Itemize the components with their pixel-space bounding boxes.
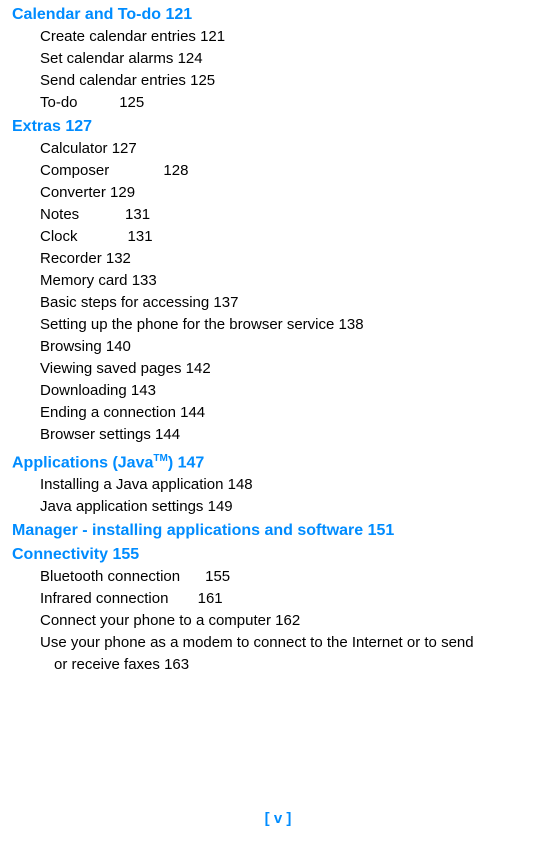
entry-page: 149 (208, 498, 233, 515)
entry-title: Infrared connection (40, 590, 168, 607)
toc-entry[interactable]: Downloading 143 (40, 380, 552, 402)
entry-gap (109, 162, 163, 179)
entry-title: Set calendar alarms (40, 50, 173, 67)
toc-entry[interactable]: Use your phone as a modem to connect to … (40, 632, 552, 654)
entry-title: Send calendar entries (40, 72, 186, 89)
toc-entry[interactable]: To-do 125 (40, 92, 552, 114)
trademark-symbol: TM (153, 453, 167, 464)
heading-page: 155 (112, 546, 139, 563)
entry-title: Viewing saved pages (40, 360, 182, 377)
entry-page: 137 (213, 294, 238, 311)
toc-content: Calendar and To-do 121 Create calendar e… (12, 2, 552, 676)
toc-entry[interactable]: Basic steps for accessing 137 (40, 292, 552, 314)
entry-title: Basic steps for accessing (40, 294, 209, 311)
entry-title: Calculator (40, 140, 108, 157)
section-heading-calendar[interactable]: Calendar and To-do 121 (12, 4, 552, 26)
entry-title: Downloading (40, 382, 127, 399)
toc-entry[interactable]: Memory card 133 (40, 270, 552, 292)
toc-entry[interactable]: Setting up the phone for the browser ser… (40, 314, 552, 336)
entry-page: 162 (275, 612, 300, 629)
entry-page: 148 (228, 476, 253, 493)
heading-page: 121 (166, 6, 193, 23)
entry-title: Setting up the phone for the browser ser… (40, 316, 334, 333)
toc-entry[interactable]: Recorder 132 (40, 248, 552, 270)
toc-entry-continuation[interactable]: or receive faxes 163 (54, 654, 552, 676)
entry-page: 124 (178, 50, 203, 67)
toc-entry[interactable]: Clock 131 (40, 226, 552, 248)
entry-gap (78, 228, 128, 245)
entry-page: 125 (190, 72, 215, 89)
entry-title: Bluetooth connection (40, 568, 180, 585)
entry-title: Browser settings (40, 426, 151, 443)
heading-text-pre: Applications (Java (12, 454, 153, 471)
entry-page: 127 (112, 140, 137, 157)
heading-page: 147 (178, 454, 205, 471)
section-heading-extras[interactable]: Extras 127 (12, 116, 552, 138)
toc-entry[interactable]: Bluetooth connection 155 (40, 566, 552, 588)
entry-cont-text: or receive faxes (54, 656, 160, 673)
entry-title: Installing a Java application (40, 476, 223, 493)
toc-entry[interactable]: Browsing 140 (40, 336, 552, 358)
entry-page: 131 (128, 228, 153, 245)
page-number-footer: [ v ] (0, 810, 556, 827)
entry-title: Ending a connection (40, 404, 176, 421)
entry-page: 138 (339, 316, 364, 333)
heading-text: Extras (12, 118, 61, 135)
entry-title: Notes (40, 206, 79, 223)
entry-title: Composer (40, 162, 109, 179)
entry-title: To-do (40, 94, 78, 111)
toc-entry[interactable]: Send calendar entries 125 (40, 70, 552, 92)
heading-text: Manager - installing applications and so… (12, 522, 363, 539)
toc-entry[interactable]: Connect your phone to a computer 162 (40, 610, 552, 632)
toc-entry[interactable]: Java application settings 149 (40, 496, 552, 518)
entry-page: 155 (205, 568, 230, 585)
entry-page: 161 (198, 590, 223, 607)
entry-title: Browsing (40, 338, 102, 355)
toc-entry[interactable]: Composer 128 (40, 160, 552, 182)
entry-title: Create calendar entries (40, 28, 196, 45)
toc-entry[interactable]: Converter 129 (40, 182, 552, 204)
entry-title: Use your phone as a modem to connect to … (40, 634, 474, 651)
toc-entry[interactable]: Create calendar entries 121 (40, 26, 552, 48)
toc-entry[interactable]: Viewing saved pages 142 (40, 358, 552, 380)
entry-title: Connect your phone to a computer (40, 612, 271, 629)
toc-entry[interactable]: Notes 131 (40, 204, 552, 226)
heading-page: 151 (368, 522, 395, 539)
toc-entry[interactable]: Infrared connection 161 (40, 588, 552, 610)
entry-page: 143 (131, 382, 156, 399)
entry-page: 140 (106, 338, 131, 355)
entry-page: 129 (110, 184, 135, 201)
entry-gap (79, 206, 125, 223)
entry-page: 142 (186, 360, 211, 377)
entry-page: 131 (125, 206, 150, 223)
toc-entry[interactable]: Calculator 127 (40, 138, 552, 160)
entry-page: 125 (119, 94, 144, 111)
toc-entry[interactable]: Set calendar alarms 124 (40, 48, 552, 70)
entry-gap (180, 568, 205, 585)
heading-page: 127 (65, 118, 92, 135)
entry-title: Memory card (40, 272, 128, 289)
entry-page: 121 (200, 28, 225, 45)
entry-gap (168, 590, 197, 607)
entry-gap (78, 94, 120, 111)
heading-text: Connectivity (12, 546, 108, 563)
entry-page: 163 (164, 656, 189, 673)
heading-text-post: ) (168, 454, 173, 471)
section-heading-manager[interactable]: Manager - installing applications and so… (12, 520, 552, 542)
section-heading-applications-java[interactable]: Applications (JavaTM) 147 (12, 448, 552, 474)
entry-page: 144 (155, 426, 180, 443)
entry-page: 132 (106, 250, 131, 267)
section-heading-connectivity[interactable]: Connectivity 155 (12, 544, 552, 566)
toc-entry[interactable]: Browser settings 144 (40, 424, 552, 446)
entry-page: 128 (163, 162, 188, 179)
toc-entry[interactable]: Ending a connection 144 (40, 402, 552, 424)
entry-title: Recorder (40, 250, 102, 267)
entry-title: Clock (40, 228, 78, 245)
entry-title: Converter (40, 184, 106, 201)
toc-entry[interactable]: Installing a Java application 148 (40, 474, 552, 496)
entry-page: 144 (180, 404, 205, 421)
entry-title: Java application settings (40, 498, 203, 515)
heading-text: Calendar and To-do (12, 6, 161, 23)
entry-page: 133 (132, 272, 157, 289)
